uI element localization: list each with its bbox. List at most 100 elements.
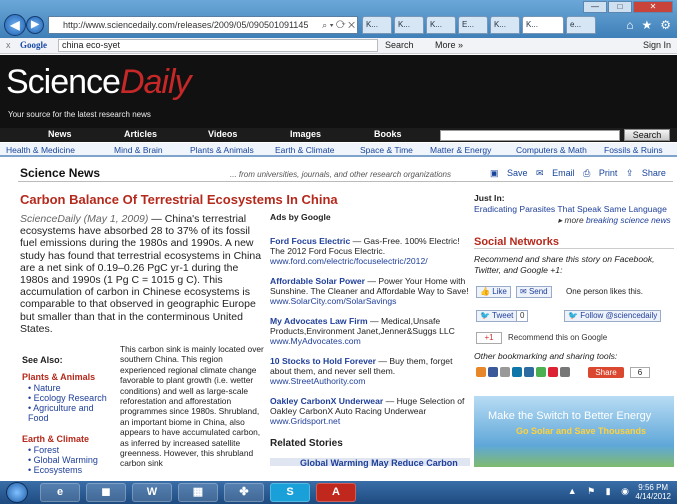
back-button[interactable]: ◀ (4, 14, 26, 36)
close-window-button[interactable]: ✕ (633, 1, 673, 13)
site-search-button[interactable]: Search (624, 129, 670, 141)
nav-earth[interactable]: Earth & Climate (275, 145, 335, 155)
bookmark-icons (476, 367, 570, 377)
minimize-button[interactable]: — (583, 1, 607, 13)
ad-url[interactable]: www.SolarCity.com/SolarSavings (270, 296, 396, 306)
gear-icon[interactable]: ⚙ (660, 18, 671, 32)
tweet-button[interactable]: 🐦 Tweet (476, 310, 518, 322)
close-toolbar-icon[interactable]: x (6, 38, 11, 53)
solar-ad-banner[interactable]: Make the Switch to Better Energy Go Sola… (474, 396, 674, 467)
menu-videos[interactable]: Videos (208, 129, 237, 139)
system-tray-icons[interactable]: ▲ ⚑ ▮ ◉ (568, 486, 633, 497)
bookmark-icon[interactable] (476, 367, 486, 377)
save-button[interactable]: ▣ Save (490, 168, 528, 178)
ad-url[interactable]: www.Gridsport.net (270, 416, 340, 426)
see-also-link[interactable]: • Forest (28, 445, 59, 455)
see-also-category-earth[interactable]: Earth & Climate (22, 434, 89, 444)
bookmark-icon[interactable] (500, 367, 510, 377)
facebook-send-button[interactable]: ✉ Send (516, 286, 552, 298)
tab-7[interactable]: e... (566, 16, 596, 34)
bookmark-icon[interactable] (536, 367, 546, 377)
see-also-link[interactable]: • Global Warming (28, 455, 98, 465)
tab-5[interactable]: K... (490, 16, 520, 34)
google-plus-button[interactable]: +1 (476, 332, 502, 344)
tab-2[interactable]: K... (394, 16, 424, 34)
see-also-link[interactable]: • Nature (28, 383, 61, 393)
print-button[interactable]: ⎙ Print (583, 168, 617, 178)
taskbar-explorer-icon[interactable]: ◼ (86, 483, 126, 502)
ad-title[interactable]: 10 Stocks to Hold Forever (270, 356, 376, 366)
google-search-button[interactable]: Search (385, 38, 414, 53)
facebook-like-button[interactable]: 👍 Like (476, 286, 511, 298)
nav-computers[interactable]: Computers & Math (516, 145, 587, 155)
bookmark-icon[interactable] (524, 367, 534, 377)
ad-item[interactable]: 10 Stocks to Hold Forever — Buy them, fo… (270, 356, 470, 386)
ad-title[interactable]: Ford Focus Electric (270, 236, 350, 246)
see-also-category-plants[interactable]: Plants & Animals (22, 372, 95, 382)
clock[interactable]: 9:56 PM 4/14/2012 (635, 483, 671, 501)
see-also-link[interactable]: • Ecosystems (28, 465, 82, 475)
related-story-link[interactable]: Global Warming May Reduce Carbon (300, 458, 472, 468)
see-also-link[interactable]: • Agriculture and Food (28, 403, 108, 423)
forward-button[interactable]: ▶ (26, 16, 44, 34)
tab-4[interactable]: E... (458, 16, 488, 34)
ad-title[interactable]: Oakley CarbonX Underwear (270, 396, 383, 406)
bookmark-icon[interactable] (548, 367, 558, 377)
ad-item[interactable]: Affordable Solar Power — Power Your Home… (270, 276, 470, 306)
more-news-link[interactable]: breaking science news (586, 215, 671, 225)
bookmark-icon[interactable] (488, 367, 498, 377)
ad-url[interactable]: www.MyAdvocates.com (270, 336, 361, 346)
email-button[interactable]: ✉ Email (536, 168, 575, 178)
logo-main-text: Science (6, 63, 121, 101)
recommend-text: Recommend and share this story on Facebo… (474, 254, 655, 275)
menu-articles[interactable]: Articles (124, 129, 157, 139)
addthis-share-button[interactable]: Share (588, 367, 624, 378)
maximize-button[interactable]: □ (608, 1, 632, 13)
address-tools-icon[interactable]: ⌕ ▾ ⟳ ✕ (322, 17, 355, 33)
site-header: ScienceDaily Your source for the latest … (0, 55, 677, 128)
nav-mind[interactable]: Mind & Brain (114, 145, 163, 155)
google-search-input[interactable]: china eco-syet (58, 39, 378, 52)
ad-item[interactable]: Ford Focus Electric — Gas-Free. 100% Ele… (270, 236, 470, 266)
home-icon[interactable]: ⌂ (626, 18, 633, 32)
nav-fossils[interactable]: Fossils & Ruins (604, 145, 663, 155)
see-also-link[interactable]: • Ecology Research (28, 393, 107, 403)
site-logo[interactable]: ScienceDaily (6, 63, 192, 102)
nav-matter[interactable]: Matter & Energy (430, 145, 491, 155)
start-button[interactable] (6, 482, 28, 503)
google-signin-link[interactable]: Sign In (643, 38, 671, 53)
tab-3[interactable]: K... (426, 16, 456, 34)
ad-title[interactable]: Affordable Solar Power (270, 276, 365, 286)
just-in-link[interactable]: Eradicating Parasites That Speak Same La… (474, 204, 667, 214)
taskbar-app-icon[interactable]: ✤ (224, 483, 264, 502)
ad-item[interactable]: My Advocates Law Firm — Medical,Unsafe P… (270, 316, 470, 346)
taskbar-acrobat-icon[interactable]: A (316, 483, 356, 502)
bookmark-icon[interactable] (560, 367, 570, 377)
menu-news[interactable]: News (48, 129, 72, 139)
ad-url[interactable]: www.ford.com/electric/focuselectric/2012… (270, 256, 428, 266)
share-button[interactable]: ⇪ Share (626, 168, 666, 178)
address-bar[interactable]: http://www.sciencedaily.com/releases/200… (48, 16, 358, 34)
site-search-input[interactable] (440, 130, 620, 141)
bookmark-icon[interactable] (512, 367, 522, 377)
favorites-star-icon[interactable]: ★ (641, 18, 652, 32)
ad-item[interactable]: Oakley CarbonX Underwear — Huge Selectio… (270, 396, 470, 426)
social-networks-title: Social Networks (474, 236, 559, 248)
tab-6-active[interactable]: K... (522, 16, 564, 34)
google-more-button[interactable]: More » (435, 38, 463, 53)
nav-plants[interactable]: Plants & Animals (190, 145, 254, 155)
share-count: 6 (630, 367, 650, 378)
tab-1[interactable]: K... (362, 16, 392, 34)
menu-books[interactable]: Books (374, 129, 402, 139)
nav-health[interactable]: Health & Medicine (6, 145, 75, 155)
taskbar-word-icon[interactable]: W (132, 483, 172, 502)
follow-button[interactable]: 🐦 Follow @sciencedaily (564, 310, 662, 322)
ad-title[interactable]: My Advocates Law Firm (270, 316, 368, 326)
clock-date: 4/14/2012 (635, 492, 671, 501)
taskbar-app-icon[interactable]: ▦ (178, 483, 218, 502)
ad-url[interactable]: www.StreetAuthority.com (270, 376, 365, 386)
taskbar-ie-icon[interactable]: e (40, 483, 80, 502)
nav-space[interactable]: Space & Time (360, 145, 413, 155)
menu-images[interactable]: Images (290, 129, 321, 139)
taskbar-skype-icon[interactable]: S (270, 483, 310, 502)
